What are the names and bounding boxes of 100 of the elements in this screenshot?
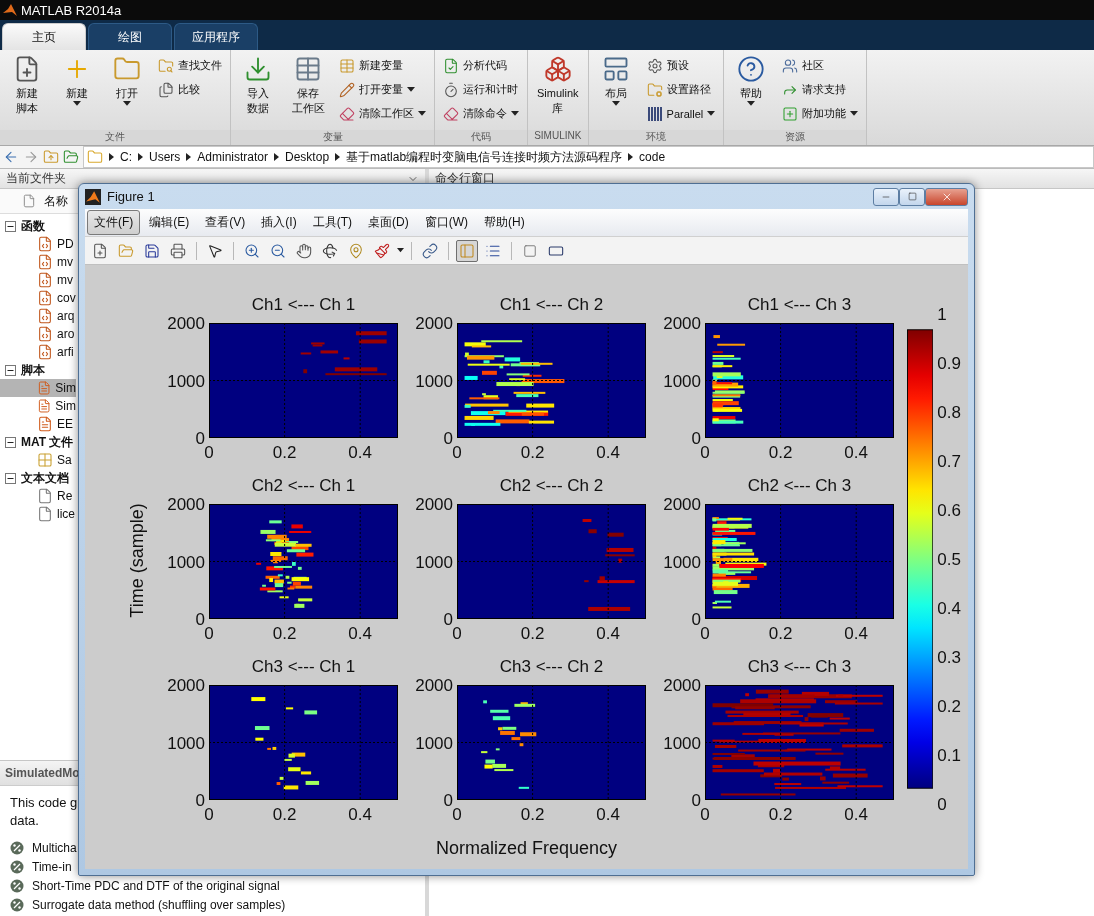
ribbon-button[interactable]: 清除命令: [443, 103, 519, 124]
path-segment[interactable]: 基于matlab编程时变脑电信号连接时频方法源码程序: [346, 148, 623, 166]
tick-label: 0.2: [937, 698, 961, 715]
ribbon-button[interactable]: 查找文件: [158, 55, 222, 76]
file-item[interactable]: mv: [0, 271, 76, 289]
ribbon-button[interactable]: 设置路径: [646, 79, 716, 100]
tick-label: 0: [937, 796, 947, 813]
file-item[interactable]: arq: [0, 307, 76, 325]
menu-item[interactable]: 工具(T): [305, 210, 359, 235]
path-segment[interactable]: code: [639, 150, 666, 164]
ribbon-button[interactable]: 附加功能: [782, 103, 859, 124]
ribbon-button[interactable]: 运行和计时: [443, 79, 519, 100]
ribbon-button[interactable]: 保存 工作区: [285, 55, 331, 116]
file-item[interactable]: lice: [0, 505, 76, 523]
ribbon-button[interactable]: 导入 数据: [235, 55, 281, 116]
chevron-right-icon: [186, 153, 192, 161]
maximize-button[interactable]: [899, 187, 925, 206]
ribbon-button[interactable]: 新建 脚本: [4, 55, 50, 116]
minimize-button[interactable]: [873, 187, 899, 206]
ribbon-button[interactable]: 分析代码: [443, 55, 519, 76]
caret-icon: [747, 101, 756, 106]
settings-icon: [646, 57, 663, 74]
caret-icon: [511, 111, 519, 116]
path-segment[interactable]: Desktop: [285, 150, 330, 164]
tick-label: 0: [452, 806, 462, 823]
menu-item[interactable]: 帮助(H): [477, 210, 532, 235]
ribbon-button[interactable]: 新建: [54, 55, 100, 106]
plot-title: Ch2 <--- Ch 2: [499, 476, 604, 497]
ribbon-button[interactable]: 请求支持: [782, 79, 859, 100]
path-field[interactable]: C: Users Administrator Desktop 基于matlab编程时变脑电信号连接时频方法源码程序 code: [83, 146, 1094, 168]
group-label: 文件: [0, 130, 230, 145]
collapse-icon[interactable]: [5, 472, 16, 484]
bars-icon: [646, 105, 663, 122]
ribbon-tab[interactable]: 绘图: [88, 23, 172, 50]
ribbon-button[interactable]: Simulink 库: [532, 55, 584, 116]
file-item[interactable]: cov: [0, 289, 76, 307]
colorbar-button[interactable]: [456, 239, 478, 262]
pointer-icon: [207, 242, 223, 259]
file-item[interactable]: aro: [0, 325, 76, 343]
file-item[interactable]: Sim: [0, 397, 76, 415]
tree-group-label[interactable]: 函数: [21, 217, 45, 235]
ribbon-button[interactable]: 新建变量: [339, 55, 426, 76]
collapse-icon[interactable]: [5, 220, 16, 232]
app-logo-icon: [3, 3, 17, 17]
collapse-icon[interactable]: [5, 436, 16, 448]
menu-item[interactable]: 查看(V): [198, 210, 253, 235]
folder-up-icon: [43, 149, 59, 165]
ribbon-button[interactable]: 打开变量: [339, 79, 426, 100]
tick-label: 2000: [415, 315, 453, 332]
menu-item[interactable]: 桌面(D): [361, 210, 416, 235]
tree-group-label[interactable]: 文本文档: [21, 469, 69, 487]
ribbon-button[interactable]: 比较: [158, 79, 222, 100]
menu-item[interactable]: 插入(I): [254, 210, 304, 235]
file-item[interactable]: Sa: [0, 451, 76, 469]
group-label: 变量: [231, 130, 434, 145]
section-link[interactable]: Multicha: [32, 840, 77, 855]
menu-item[interactable]: 文件(F): [87, 210, 141, 235]
collapse-icon[interactable]: [5, 364, 16, 376]
file-item[interactable]: Re: [0, 487, 76, 505]
file-item[interactable]: arfi: [0, 343, 76, 361]
close-button[interactable]: [925, 187, 968, 206]
folder-gear-icon: [646, 81, 663, 98]
path-segment[interactable]: Administrator: [197, 150, 269, 164]
window-title: MATLAB R2014a: [21, 2, 122, 18]
timer-icon: [443, 81, 459, 98]
column-header[interactable]: 名称: [44, 192, 68, 210]
file-item[interactable]: mv: [0, 253, 76, 271]
caret-icon: [407, 87, 415, 92]
tree-group-label[interactable]: 脚本: [21, 361, 45, 379]
file-item[interactable]: PD: [0, 235, 76, 253]
tree-group-label[interactable]: MAT 文件: [21, 433, 74, 451]
ribbon-tab[interactable]: 主页: [2, 23, 86, 50]
tick-label: 0: [204, 806, 214, 823]
percent-icon: [10, 897, 24, 912]
tick-label: 0.3: [937, 649, 961, 666]
ribbon-button[interactable]: 社区: [782, 55, 859, 76]
plot-title: Ch1 <--- Ch 3: [747, 295, 852, 316]
ribbon-tab[interactable]: 应用程序: [174, 23, 258, 50]
path-segment[interactable]: C:: [120, 150, 132, 164]
ribbon-button[interactable]: Parallel: [646, 103, 716, 124]
page-icon: [22, 194, 36, 208]
section-link[interactable]: Surrogate data method (shuffling over samples): [32, 897, 286, 912]
path-segment[interactable]: Users: [149, 150, 181, 164]
caret-icon: [850, 111, 859, 116]
help-icon: [737, 55, 766, 83]
menu-item[interactable]: 窗口(W): [417, 210, 475, 235]
tick-label: 1000: [663, 734, 701, 752]
caret-icon: [418, 111, 426, 116]
ribbon-button[interactable]: 打开: [104, 55, 150, 106]
section-link[interactable]: Time-in: [32, 859, 72, 874]
file-item[interactable]: Sim: [0, 379, 76, 397]
ribbon-button[interactable]: 布局: [592, 55, 639, 106]
tick-label: 0.7: [937, 453, 961, 470]
file-item[interactable]: EE: [0, 415, 76, 433]
ribbon-button[interactable]: 预设: [646, 55, 716, 76]
menu-item[interactable]: 编辑(E): [142, 210, 197, 235]
section-link[interactable]: Short-Time PDC and DTF of the original signal: [32, 878, 280, 893]
browse-folder-icon: [63, 149, 79, 165]
ribbon-button[interactable]: 帮助: [728, 55, 775, 106]
ribbon-button[interactable]: 清除工作区: [339, 103, 426, 124]
